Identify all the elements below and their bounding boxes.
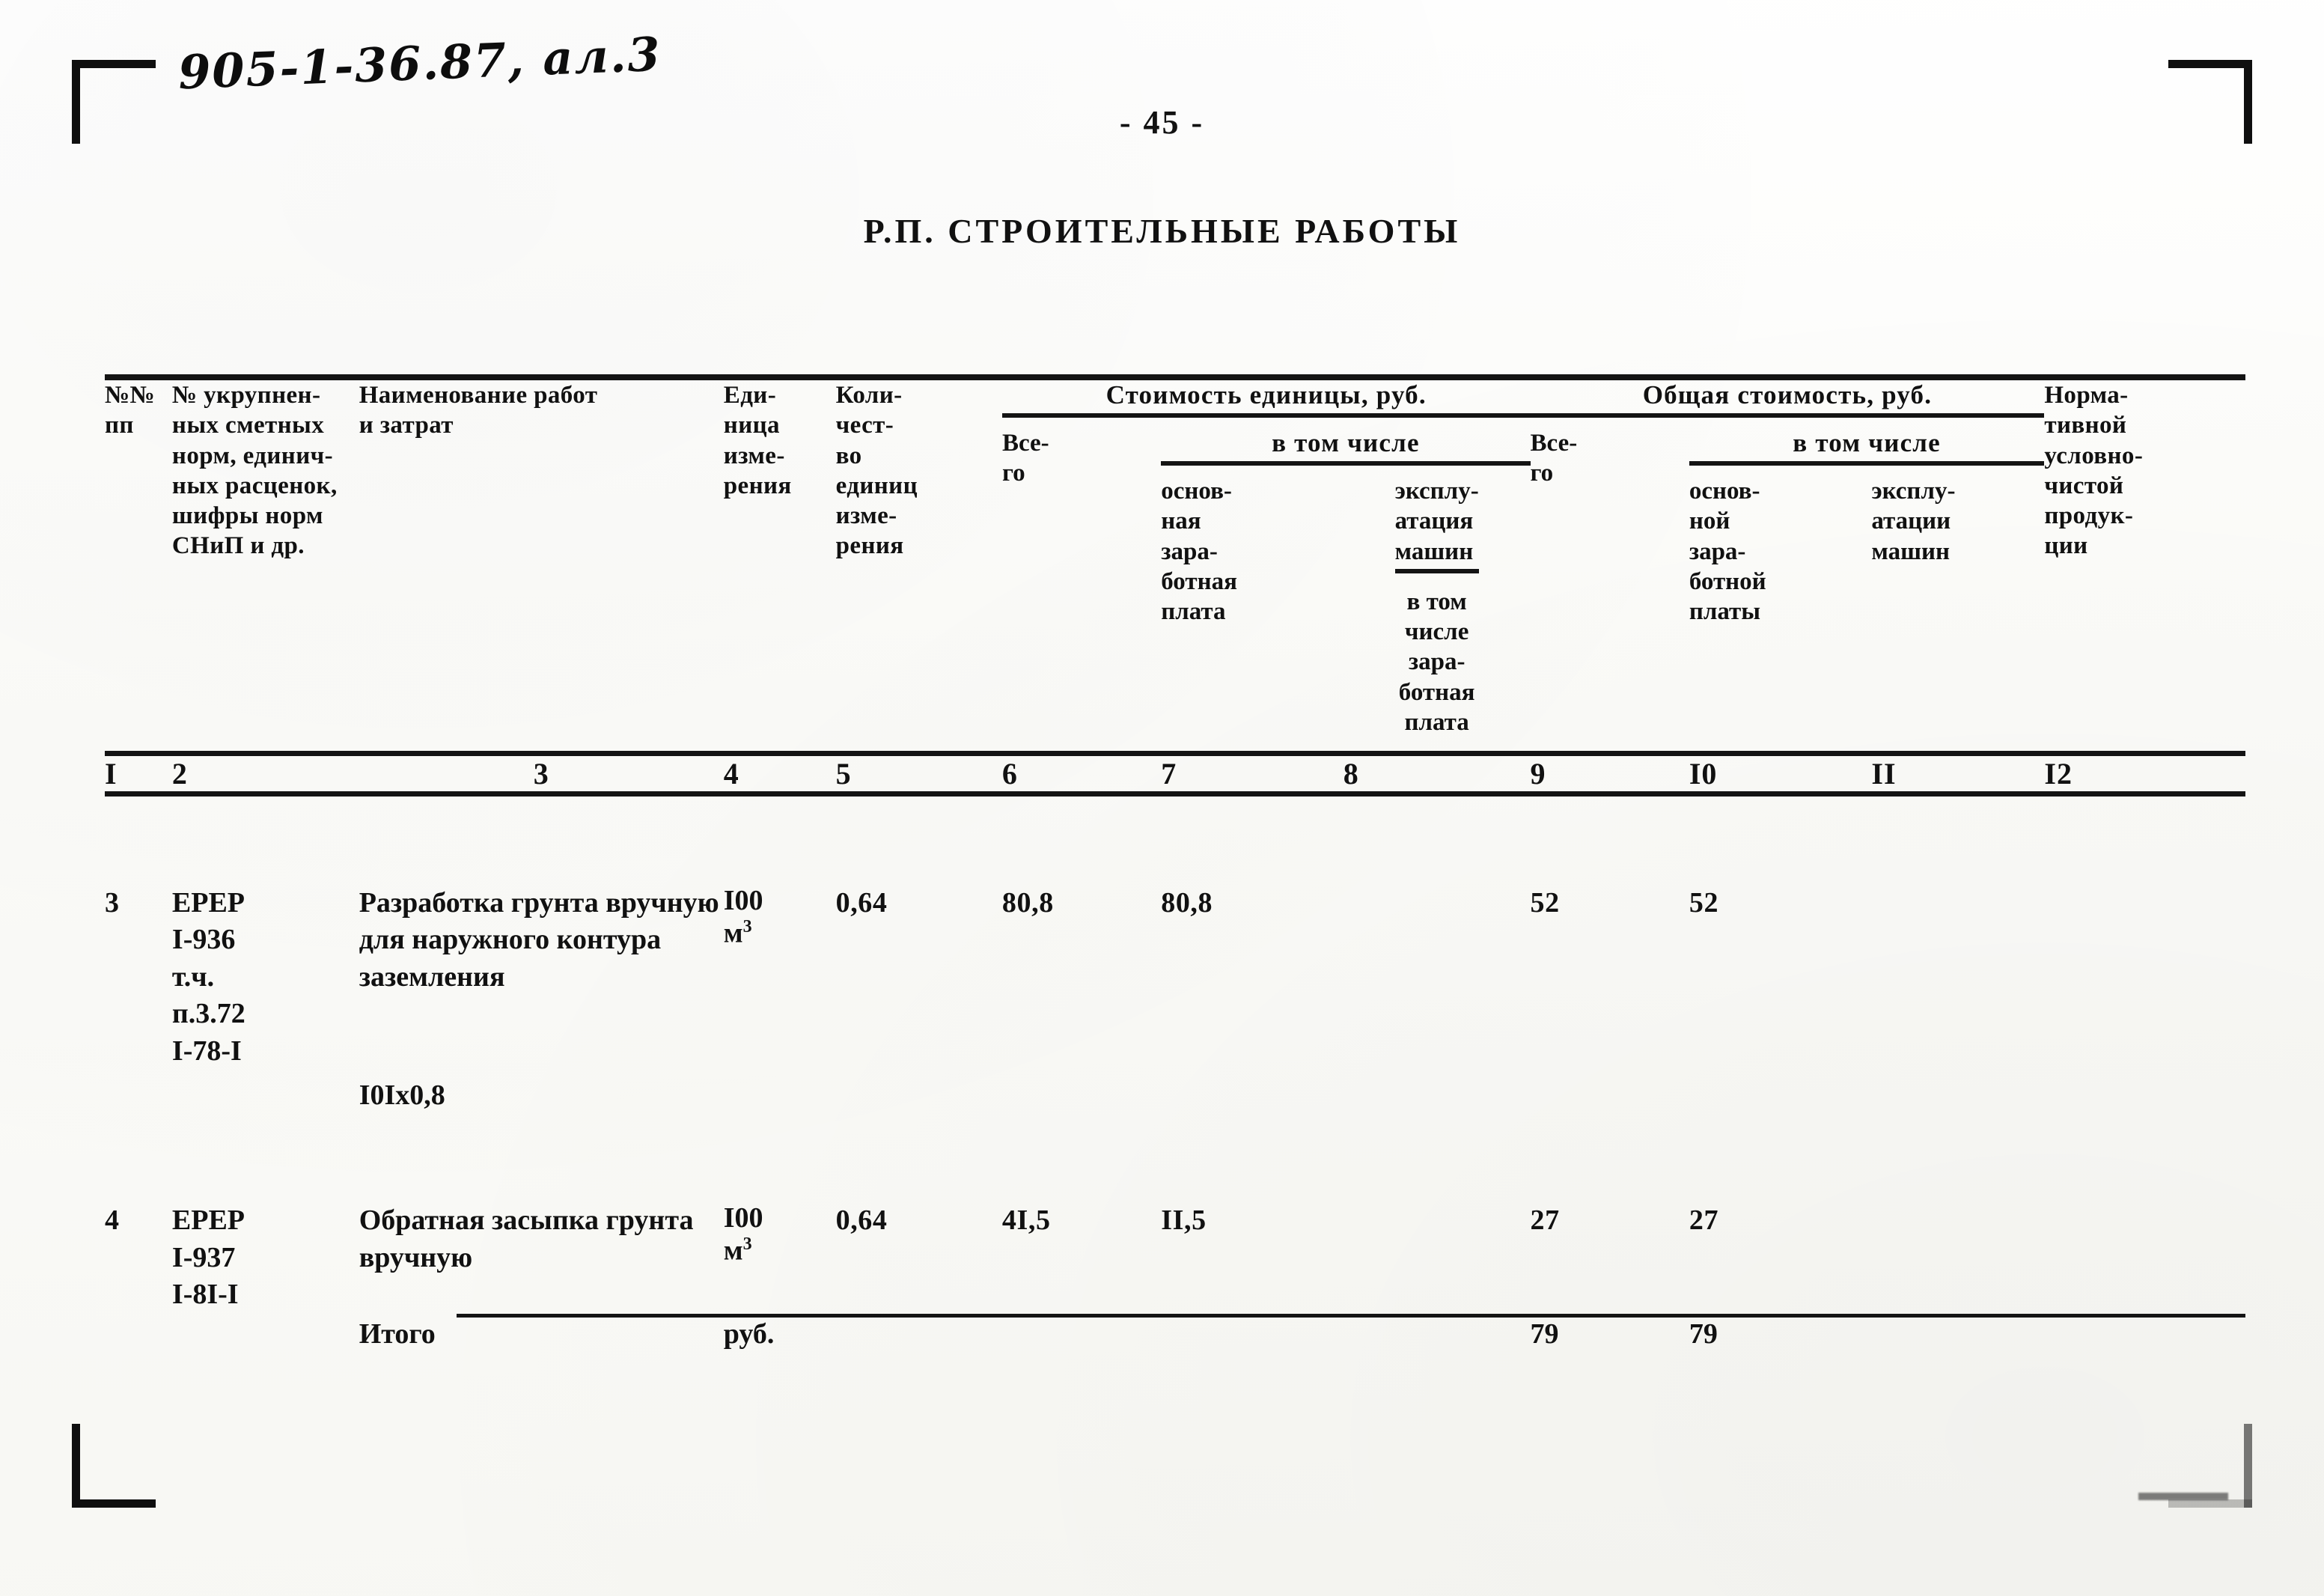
row-unit-exp: 3 [742,916,752,936]
row-total: 27 [1530,1204,1560,1237]
header-group-total-cost-rule [1530,413,2045,418]
row-number: 3 [105,887,119,919]
page-number: - 45 - [1119,104,1205,141]
spacer-row [105,797,2245,885]
column-number-8: 8 [1343,757,1359,791]
totals-rule-row [105,1313,2245,1318]
estimate-table: №№ пп № укрупнен- ных сметных норм, един… [105,380,2245,737]
header-col-4: Еди- ница изме- рения [723,382,792,499]
row-total-basic-wage: 52 [1689,887,1719,919]
registration-mark-bottom-left [72,1424,156,1508]
totals-separator-rule [457,1313,2245,1318]
header-col-7: основ- ная зара- ботная плата [1161,478,1237,625]
row-total-basic-wage: 27 [1689,1204,1719,1237]
header-col-9: Все- го [1530,430,1578,487]
row-unit-sup: м [723,1234,743,1267]
header-col-11: эксплу- атации машин [1871,478,1956,565]
totals-unit: руб. [723,1318,775,1350]
estimate-table-wrapper: №№ пп № укрупнен- ных сметных норм, един… [105,374,2245,1350]
row-unit-value: I00 [723,885,763,916]
column-number-10: I0 [1689,757,1718,791]
row-norm-code: ЕРЕР I-936 т.ч. п.3.72 I-78-I [171,887,245,1067]
column-number-3: 3 [533,757,549,791]
data-table: 3 ЕРЕР I-936 т.ч. п.3.72 I-78-I Разработ… [105,797,2245,1314]
header-col-8-note: в том числе зара- ботная плата [1398,588,1475,736]
header-group-unit-cost-rule [1001,413,1531,418]
column-number-12: I2 [2044,757,2073,791]
column-number-6: 6 [1001,757,1018,791]
header-group-total-cost-label: Общая стоимость, руб. [1642,380,1933,409]
header-col-8: эксплу- атация машин [1394,476,1479,573]
table-header-row: №№ пп № укрупнен- ных сметных норм, един… [105,380,2245,737]
column-number-2: 2 [171,757,188,791]
row-unit-of-measure: I00 м3 [724,1202,836,1313]
totals-total: 79 [1530,1318,1559,1350]
column-number-1: I [105,757,118,791]
column-number-row: I 2 3 4 5 6 7 8 9 I0 II I2 [105,756,2245,791]
table-row-calc: I0Iх0,8 [105,1070,2245,1114]
header-in-which-1-rule [1161,461,1531,466]
header-in-which-1: в том числе [1272,428,1420,457]
row-unit-value: I00 [723,1202,763,1234]
row-total-machines [1871,885,2044,1070]
header-col-1: №№ пп [105,382,156,439]
row-unit-of-measure: I00 м3 [724,885,836,1070]
column-number-11: II [1871,757,1897,791]
column-number-7: 7 [1161,757,1177,791]
totals-table: Итого руб. 79 79 [105,1318,2245,1350]
spacer-row [105,1114,2245,1202]
totals-total-basic-wage: 79 [1689,1318,1718,1350]
row-unit-total: 4I,5 [1001,1204,1051,1237]
row-quantity: 0,64 [835,1204,888,1237]
row-total-machines [1871,1202,2044,1313]
header-group-unit-cost: Стоимость единицы, руб. Все- го в том чи… [1001,380,1531,737]
header-col-10: основ- ной зара- ботной платы [1689,478,1766,625]
column-number-table: I 2 3 4 5 6 7 8 9 I0 II I2 [105,756,2245,791]
row-unit-exp: 3 [742,1234,752,1254]
row-normative [2044,885,2245,1070]
header-bottom-rule [105,751,2245,756]
header-in-which-2: в том числе [1793,428,1941,457]
row-description: Разработка грунта вручную для наружного … [359,887,719,993]
table-row: 4 ЕРЕР I-937 I-8I-I Обратная засыпка гру… [105,1202,2245,1313]
row-quantity: 0,64 [835,887,888,919]
table-top-rule [105,374,2245,380]
scan-smudge [2138,1493,2228,1500]
header-group-unit-cost-label: Стоимость единицы, руб. [1105,380,1427,409]
totals-row: Итого руб. 79 79 [105,1318,2245,1350]
column-number-9: 9 [1530,757,1546,791]
header-col-2: № укрупнен- ных сметных норм, единич- ны… [171,382,338,560]
row-description: Обратная засыпка грунта вручную [359,1204,694,1273]
row-unit-machines [1344,1202,1531,1313]
row-normative [2044,1202,2245,1313]
row-unit-sup: м [723,917,743,949]
page-title: Р.П. СТРОИТЕЛЬНЫЕ РАБОТЫ [863,212,1461,250]
totals-label: Итого [359,1318,436,1350]
header-col-3: Наименование работ и затрат [359,382,598,439]
row-unit-total: 80,8 [1001,887,1054,919]
column-number-bottom-rule [105,791,2245,797]
row-number: 4 [105,1204,119,1237]
column-number-5: 5 [835,757,852,791]
header-col-6: Все- го [1001,430,1049,487]
header-col-5: Коли- чест- во единиц изме- рения [835,382,918,560]
column-number-4: 4 [723,757,739,791]
scanned-document-page: 905-1-36.87, ал.3 - 45 - Р.П. СТРОИТЕЛЬН… [0,0,2324,1596]
row-calculation: I0Iх0,8 [359,1079,445,1111]
row-unit-machines [1344,885,1531,1070]
table-row: 3 ЕРЕР I-936 т.ч. п.3.72 I-78-I Разработ… [105,885,2245,1070]
row-norm-code: ЕРЕР I-937 I-8I-I [171,1204,245,1311]
header-col-12: Норма- тивной условно- чистой продук- ци… [2044,382,2144,560]
header-group-total-cost: Общая стоимость, руб. Все- го в том числ… [1530,380,2045,737]
row-unit-basic-wage: 80,8 [1161,887,1213,919]
handwritten-archive-annotation: 905-1-36.87, ал.3 [177,26,662,100]
row-unit-basic-wage: II,5 [1161,1204,1207,1237]
row-total: 52 [1530,887,1560,919]
header-in-which-2-rule [1689,461,2045,466]
